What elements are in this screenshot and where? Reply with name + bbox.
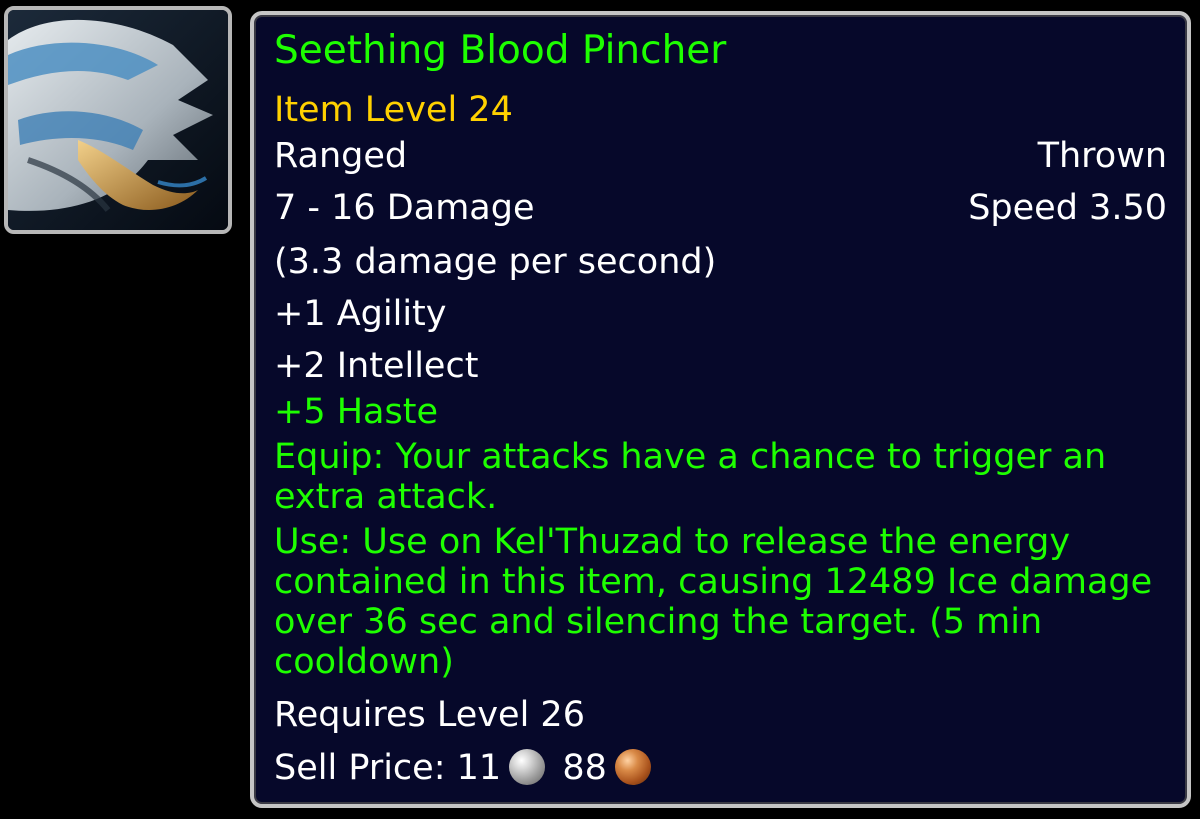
sell-price: Sell Price: 11 88 <box>274 748 1167 788</box>
use-effect: Use: Use on Kel'Thuzad to release the en… <box>274 522 1153 682</box>
blood-pincher-claw-icon <box>8 10 228 230</box>
item-slot: Ranged <box>274 136 408 176</box>
item-damage: 7 - 16 Damage <box>274 188 535 228</box>
silver-coin-icon <box>509 749 546 785</box>
stat-agility: +1 Agility <box>274 294 447 334</box>
sell-copper-amount: 88 <box>562 748 607 788</box>
item-tooltip: Seething Blood Pincher Item Level 24 Ran… <box>250 11 1191 808</box>
damage-row: 7 - 16 Damage Speed 3.50 <box>274 188 1167 228</box>
stat-haste: +5 Haste <box>274 392 438 432</box>
item-dps: (3.3 damage per second) <box>274 242 717 282</box>
required-level: Requires Level 26 <box>274 695 585 735</box>
item-type: Thrown <box>1037 136 1167 176</box>
item-icon-frame[interactable] <box>4 6 232 234</box>
item-level: Item Level 24 <box>274 90 513 130</box>
slot-row: Ranged Thrown <box>274 136 1167 176</box>
stat-intellect: +2 Intellect <box>274 346 479 386</box>
equip-effect: Equip: Your attacks have a chance to tri… <box>274 437 1107 517</box>
item-speed: Speed 3.50 <box>968 188 1167 228</box>
sell-silver-amount: 11 <box>456 748 502 788</box>
sell-price-label: Sell Price: <box>274 748 446 788</box>
copper-coin-icon <box>614 749 651 785</box>
item-name: Seething Blood Pincher <box>274 28 727 73</box>
